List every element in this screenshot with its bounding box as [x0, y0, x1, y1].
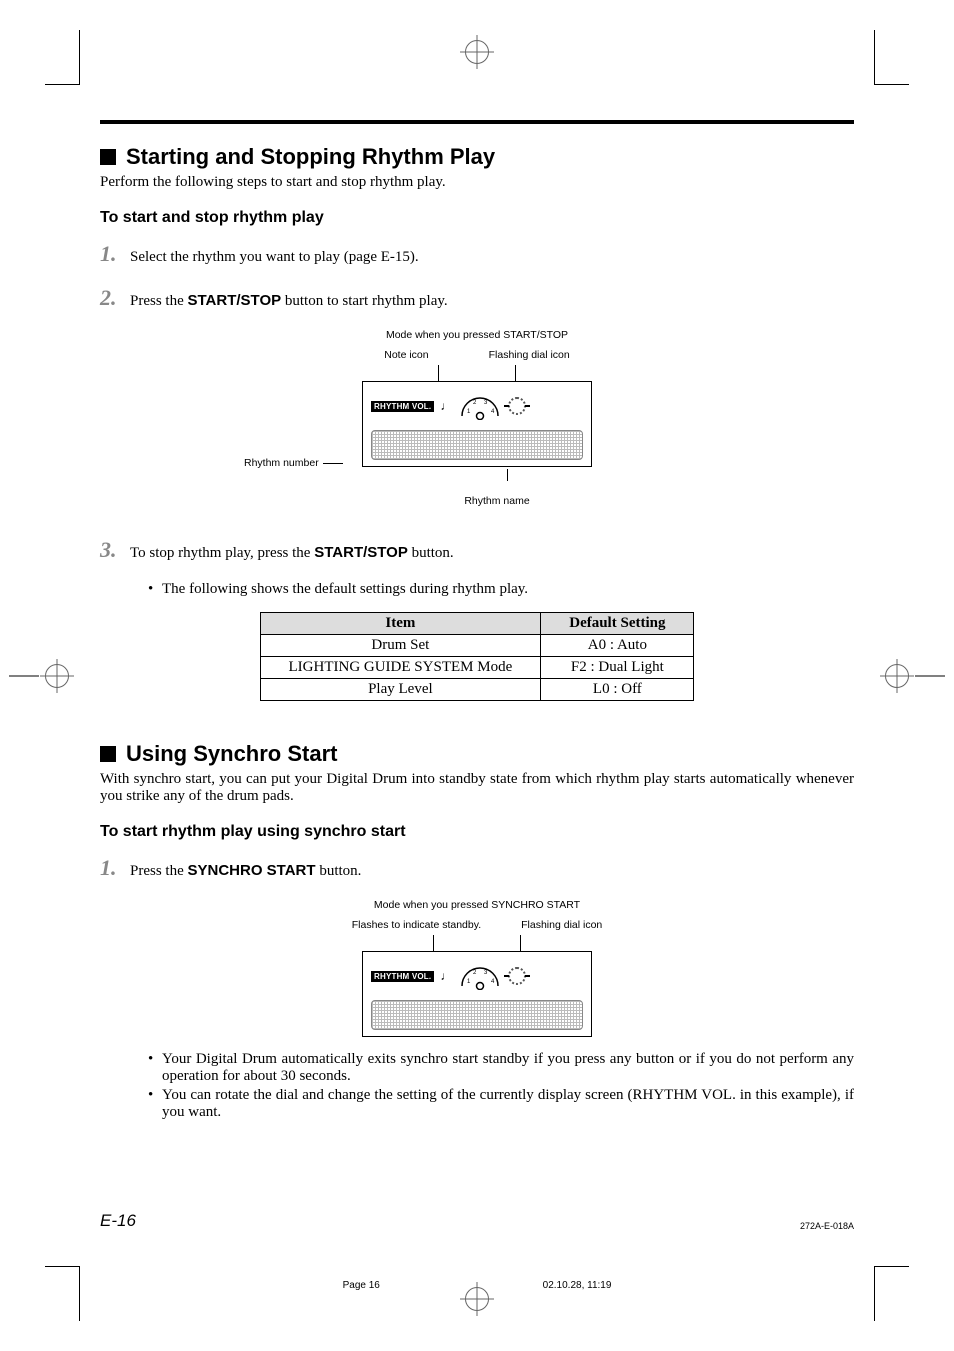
bullet-item: You can rotate the dial and change the s… [148, 1087, 854, 1121]
section-marker [100, 746, 116, 762]
figure-label-rhythm-number: Rhythm number [244, 457, 319, 469]
table-cell: Play Level [260, 679, 541, 701]
step-number: 3. [100, 537, 120, 563]
figure-synchro-start: Mode when you pressed SYNCHRO START Flas… [217, 899, 737, 1037]
button-reference: START/STOP [188, 292, 282, 309]
note-icon: ♩ [440, 969, 452, 983]
imprint-page: Page 16 [343, 1280, 380, 1291]
lcd-display [371, 1000, 583, 1030]
lcd-display [371, 430, 583, 460]
imprint-line: Page 16 02.10.28, 11:19 [0, 1280, 954, 1291]
dial-icon [508, 967, 526, 985]
document-id: 272A-E-018A [800, 1221, 854, 1231]
step-text-pre: To stop rhythm play, press the [130, 545, 314, 561]
step-number: 2. [100, 285, 120, 311]
svg-text:3: 3 [484, 970, 488, 976]
top-rule [100, 120, 854, 124]
figure-start-stop: Mode when you pressed START/STOP Note ic… [217, 329, 737, 507]
imprint-date: 02.10.28, 11:19 [543, 1280, 612, 1291]
bullet-item: The following shows the default settings… [148, 581, 854, 598]
rhythm-vol-badge: RHYTHM VOL. [371, 401, 434, 412]
figure-label-dial-icon: Flashing dial icon [489, 349, 570, 361]
figure-label-rhythm-name: Rhythm name [402, 495, 592, 507]
svg-text:2: 2 [473, 970, 477, 976]
bullet-item: Your Digital Drum automatically exits sy… [148, 1051, 854, 1085]
button-reference: START/STOP [314, 544, 408, 561]
svg-text:1: 1 [467, 979, 471, 985]
svg-text:4: 4 [491, 979, 495, 985]
default-settings-table: Item Default Setting Drum Set A0 : Auto … [260, 612, 695, 701]
crop-mark [874, 1266, 909, 1321]
dial-icon [508, 397, 526, 415]
crop-mark [45, 30, 80, 85]
figure-label-note-icon: Note icon [384, 349, 428, 361]
step-text-pre: Press the [130, 863, 188, 879]
section-heading: Starting and Stopping Rhythm Play [126, 144, 495, 170]
step-text: Press the START/STOP button to start rhy… [130, 292, 854, 310]
figure-label-dial-icon: Flashing dial icon [521, 919, 602, 931]
table-cell: LIGHTING GUIDE SYSTEM Mode [260, 657, 541, 679]
figure-caption: Mode when you pressed START/STOP [217, 329, 737, 341]
registration-mark-right [885, 664, 909, 688]
step-number: 1. [100, 241, 120, 267]
rhythm-vol-badge: RHYTHM VOL. [371, 971, 434, 982]
step-text-post: button. [408, 545, 454, 561]
table-cell: L0 : Off [541, 679, 694, 701]
table-header: Item [260, 613, 541, 635]
step-number: 1. [100, 855, 120, 881]
step-text: Select the rhythm you want to play (page… [130, 249, 854, 266]
step-text: Press the SYNCHRO START button. [130, 862, 854, 880]
svg-text:2: 2 [473, 400, 477, 406]
tempo-arc-icon: 1 2 3 4 [458, 392, 502, 420]
step-text-post: button. [316, 863, 362, 879]
page-number: E-16 [100, 1211, 136, 1231]
svg-text:3: 3 [484, 400, 488, 406]
button-reference: SYNCHRO START [188, 862, 316, 879]
section-heading: Using Synchro Start [126, 741, 337, 767]
section-intro: With synchro start, you can put your Dig… [100, 771, 854, 805]
table-cell: F2 : Dual Light [541, 657, 694, 679]
step-text: To stop rhythm play, press the START/STO… [130, 544, 854, 562]
crop-mark [874, 30, 909, 85]
registration-mark-top [465, 40, 489, 64]
registration-mark-left [45, 664, 69, 688]
svg-text:1: 1 [467, 409, 471, 415]
crop-mark [45, 1266, 80, 1321]
step-text-pre: Press the [130, 293, 188, 309]
note-icon: ♩ [440, 399, 452, 413]
subsection-heading: To start rhythm play using synchro start [100, 823, 854, 841]
svg-text:4: 4 [491, 409, 495, 415]
section-marker [100, 149, 116, 165]
section-intro: Perform the following steps to start and… [100, 174, 854, 191]
table-header: Default Setting [541, 613, 694, 635]
figure-label-flashes: Flashes to indicate standby. [352, 919, 481, 931]
figure-caption: Mode when you pressed SYNCHRO START [217, 899, 737, 911]
step-text-post: button to start rhythm play. [281, 293, 448, 309]
tempo-arc-icon: 1 2 3 4 [458, 962, 502, 990]
table-cell: A0 : Auto [541, 635, 694, 657]
table-cell: Drum Set [260, 635, 541, 657]
subsection-heading: To start and stop rhythm play [100, 209, 854, 227]
